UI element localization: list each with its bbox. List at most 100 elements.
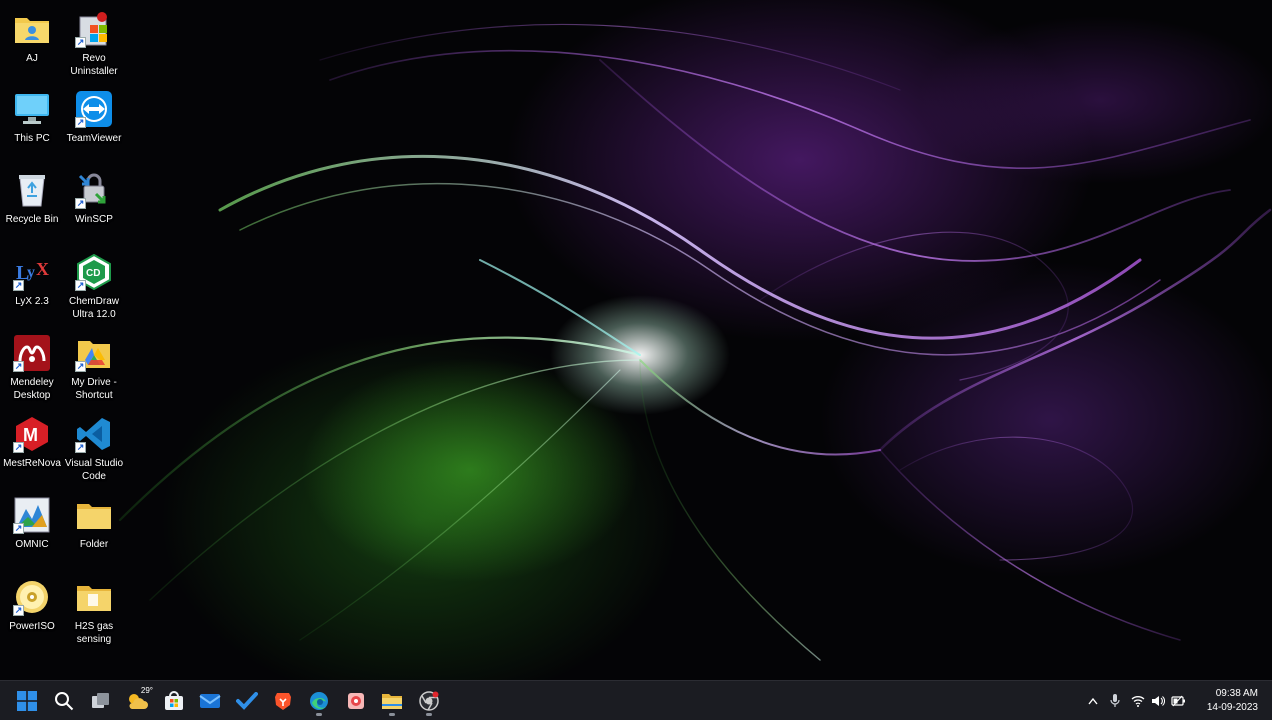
desktop-icon-winscp[interactable]: ↗ WinSCP (62, 167, 126, 243)
desktop-icon-folder[interactable]: Folder (62, 492, 126, 568)
desktop-icon-mendeley[interactable]: ↗ Mendeley Desktop (0, 330, 64, 406)
desktop-icon-lyx[interactable]: LyX ↗ LyX 2.3 (0, 249, 64, 325)
desktop-icon-h2s-gas-sensing[interactable]: H2S gas sensing (62, 574, 126, 650)
omnic-icon: ↗ (13, 496, 51, 534)
desktop-icon-label: TeamViewer (66, 133, 122, 144)
shortcut-arrow-icon: ↗ (75, 37, 86, 48)
mendeley-icon: ↗ (13, 334, 51, 372)
desktop-icon-label: Mendeley Desktop (10, 377, 54, 401)
shortcut-arrow-icon: ↗ (75, 198, 86, 209)
edge-browser-icon (310, 692, 328, 710)
mail-icon (199, 694, 221, 708)
desktop-wallpaper (0, 0, 1272, 680)
svg-text:M: M (23, 425, 38, 445)
wallpaper-swirls (118, 23, 1272, 661)
chevron-up-icon (1088, 697, 1098, 705)
clock-time: 09:38 AM (1215, 688, 1258, 699)
folder-icon (75, 578, 113, 616)
todo-button[interactable] (231, 685, 263, 717)
shortcut-arrow-icon: ↗ (13, 523, 24, 534)
desktop-icon-label: My Drive - Shortcut (71, 377, 117, 401)
running-indicator (426, 713, 432, 716)
desktop-icon-chemdraw[interactable]: CD ↗ ChemDraw Ultra 12.0 (62, 249, 126, 325)
shortcut-arrow-icon: ↗ (13, 605, 24, 616)
folder-icon (75, 496, 113, 534)
edge-browser-button[interactable] (303, 685, 335, 717)
shortcut-arrow-icon: ↗ (75, 442, 86, 453)
shortcut-arrow-icon: ↗ (75, 117, 86, 128)
task-view-button[interactable] (85, 685, 117, 717)
lyx-icon: LyX ↗ (13, 253, 51, 291)
revo-uninstaller-icon: ↗ (75, 10, 113, 48)
system-tray (1084, 681, 1188, 720)
battery-button[interactable] (1168, 681, 1188, 720)
desktop-icon-label: ChemDraw Ultra 12.0 (68, 296, 119, 320)
winscp-icon: ↗ (75, 171, 113, 209)
desktop-icon-label: LyX 2.3 (15, 296, 49, 307)
file-explorer-icon (382, 694, 402, 709)
desktop-icon-label: OMNIC (15, 539, 49, 550)
desktop-icon-vscode[interactable]: ↗ Visual Studio Code (62, 411, 126, 487)
volume-icon (1152, 696, 1165, 706)
chrome-icon (419, 691, 439, 711)
pinned-app-button[interactable] (340, 685, 372, 717)
svg-text:y: y (27, 264, 35, 281)
shortcut-arrow-icon: ↗ (75, 361, 86, 372)
desktop-icon-aj[interactable]: AJ (0, 6, 64, 82)
poweriso-icon: ↗ (13, 578, 51, 616)
desktop-icon-label: H2S gas sensing (74, 621, 114, 645)
file-explorer-button[interactable] (376, 685, 408, 717)
brave-browser-button[interactable] (267, 685, 299, 717)
battery-icon (1171, 695, 1185, 707)
chrome-button[interactable] (413, 685, 445, 717)
svg-text:X: X (36, 259, 49, 279)
desktop-icon-label: This PC (14, 133, 50, 144)
chemdraw-icon: CD ↗ (75, 253, 113, 291)
volume-button[interactable] (1148, 681, 1168, 720)
shortcut-arrow-icon: ↗ (75, 280, 86, 291)
desktop-icon-recycle-bin[interactable]: Recycle Bin (0, 167, 64, 243)
vscode-icon: ↗ (75, 415, 113, 453)
computer-icon (13, 90, 51, 128)
svg-text:CD: CD (86, 268, 100, 279)
desktop-icon-my-drive[interactable]: ↗ My Drive - Shortcut (62, 330, 126, 406)
desktop-icon-poweriso[interactable]: ↗ PowerISO (0, 574, 64, 650)
windows-start-icon (17, 691, 37, 711)
mail-button[interactable] (194, 685, 226, 717)
brave-browser-icon (275, 693, 291, 710)
show-hidden-icons-button[interactable] (1084, 681, 1102, 720)
task-view-icon (92, 693, 109, 708)
shortcut-arrow-icon: ↗ (13, 442, 24, 453)
desktop-icon-this-pc[interactable]: This PC (0, 86, 64, 162)
clock[interactable]: 09:38 AM 14-09-2023 (1207, 687, 1258, 715)
google-drive-icon: ↗ (75, 334, 113, 372)
desktop-icon-mestrenova[interactable]: M ↗ MestReNova (0, 411, 64, 487)
microphone-button[interactable] (1102, 681, 1128, 720)
running-indicator (389, 713, 395, 716)
todo-icon (236, 692, 258, 710)
weather-temperature: 29° (140, 686, 153, 695)
desktop-icon-teamviewer[interactable]: ↗ TeamViewer (62, 86, 126, 162)
desktop-icon-label: WinSCP (75, 214, 113, 225)
shortcut-arrow-icon: ↗ (13, 361, 24, 372)
taskbar: 29° 09:38 AM 14-09-2023 (0, 680, 1272, 720)
teamviewer-icon: ↗ (75, 90, 113, 128)
microsoft-store-button[interactable] (158, 685, 190, 717)
search-button[interactable] (48, 685, 80, 717)
desktop-icon-label: Revo Uninstaller (70, 53, 118, 77)
clock-date: 14-09-2023 (1206, 702, 1258, 713)
start-button[interactable] (11, 685, 43, 717)
desktop-icon-label: AJ (26, 53, 38, 64)
desktop-icon-label: Recycle Bin (5, 214, 59, 225)
app-icon (348, 693, 364, 709)
desktop-icon-revo-uninstaller[interactable]: ↗ Revo Uninstaller (62, 6, 126, 82)
desktop-icon-label: Visual Studio Code (64, 458, 124, 482)
weather-widget[interactable]: 29° (121, 685, 153, 717)
desktop-icon-label: Folder (79, 539, 109, 550)
mestrenova-icon: M ↗ (13, 415, 51, 453)
desktop-icon-omnic[interactable]: ↗ OMNIC (0, 492, 64, 568)
desktop-icon-label: PowerISO (9, 621, 55, 632)
wifi-icon (1131, 696, 1145, 707)
network-button[interactable] (1128, 681, 1148, 720)
recycle-bin-icon (13, 171, 51, 209)
